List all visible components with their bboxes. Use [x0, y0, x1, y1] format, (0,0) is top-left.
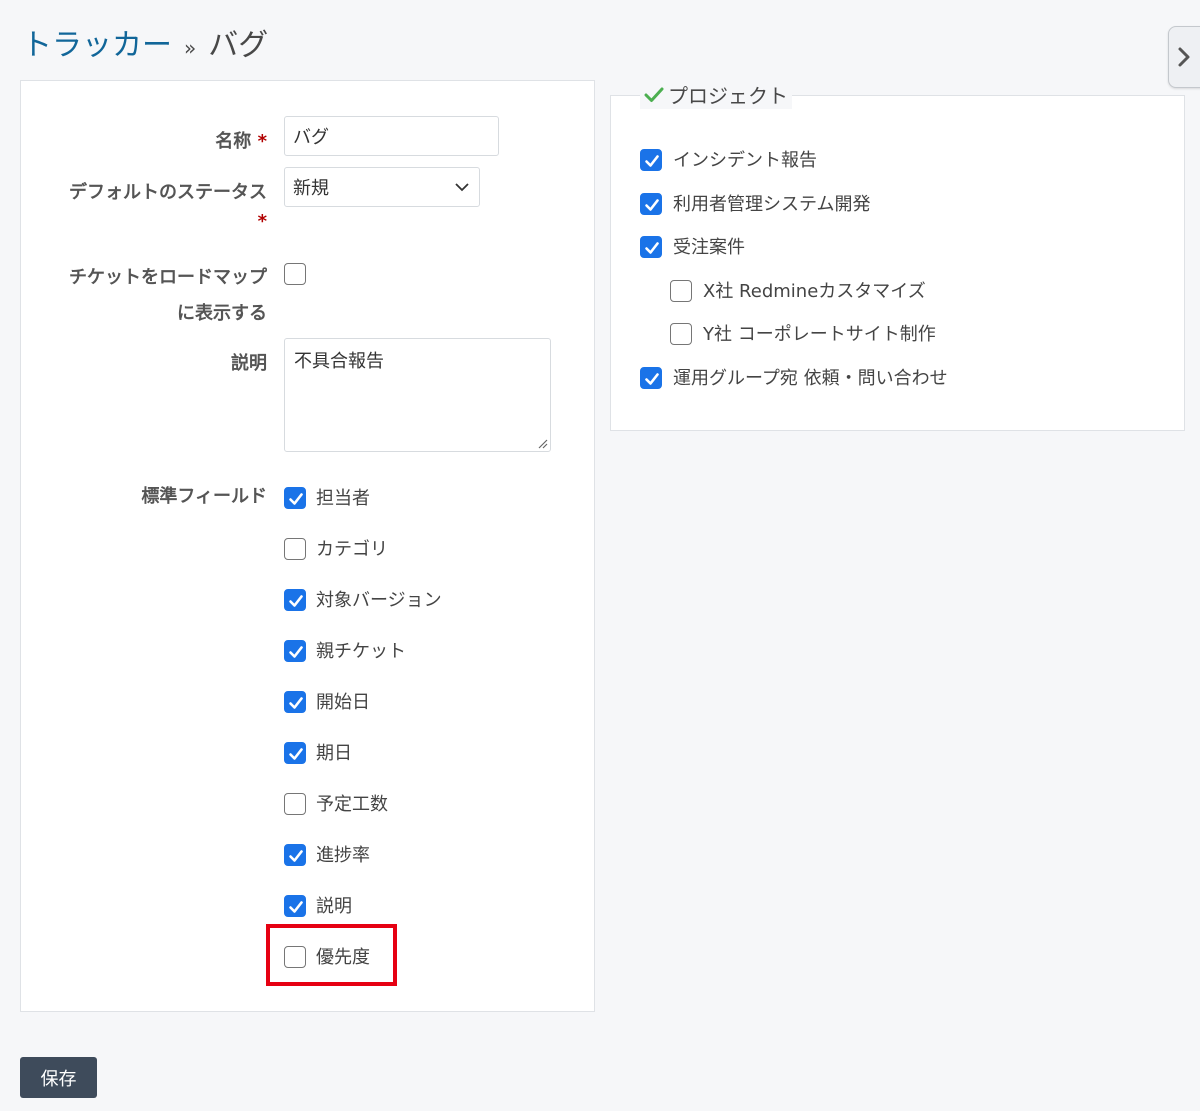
checkmark-icon [645, 199, 659, 211]
save-button[interactable]: 保存 [20, 1057, 97, 1098]
standard-field-checkbox-assignee[interactable] [284, 487, 306, 509]
projects-fieldset: インシデント報告 利用者管理システム開発 受注案件 X社 Redmineカスタマ… [610, 95, 1185, 431]
sidebar-toggle-button[interactable] [1168, 26, 1200, 88]
project-checkbox-incident-report[interactable] [640, 149, 662, 171]
checkmark-icon [289, 850, 303, 862]
standard-field-checkbox-category[interactable] [284, 538, 306, 560]
checkmark-icon [289, 748, 303, 760]
description-label: 説明 [231, 353, 267, 374]
standard-field-checkbox-due-date[interactable] [284, 742, 306, 764]
standard-field-label: 期日 [316, 743, 352, 764]
checkmark-icon [289, 595, 303, 607]
page-title: トラッカー » バグ [22, 20, 268, 64]
projects-legend[interactable]: プロジェクト [640, 80, 792, 109]
project-label: 受注案件 [673, 237, 745, 258]
breadcrumb-trackers-link[interactable]: トラッカー [22, 20, 172, 64]
standard-field-checkbox-parent-issue[interactable] [284, 640, 306, 662]
project-checkbox-user-management[interactable] [640, 193, 662, 215]
standard-fields-label: 標準フィールド [141, 486, 267, 507]
name-label: 名称 * [215, 131, 267, 152]
checkmark-icon [645, 373, 659, 385]
checkmark-icon [289, 901, 303, 913]
roadmap-label-line1: チケットをロードマップ [69, 267, 267, 288]
standard-field-checkbox-target-version[interactable] [284, 589, 306, 611]
priority-highlight-box [266, 924, 397, 986]
standard-field-checkbox-description[interactable] [284, 895, 306, 917]
project-checkbox-y-corporate[interactable] [670, 323, 692, 345]
resize-grip-icon[interactable] [536, 437, 548, 449]
standard-field-label: 進捗率 [316, 845, 370, 866]
name-input[interactable]: バグ [284, 116, 499, 156]
project-label: X社 Redmineカスタマイズ [703, 281, 926, 302]
checkmark-icon [644, 87, 664, 102]
projects-legend-text: プロジェクト [668, 84, 788, 108]
chevron-down-icon [455, 183, 469, 192]
project-label: 運用グループ宛 依頼・問い合わせ [673, 368, 948, 389]
description-textarea[interactable]: 不具合報告 [284, 338, 551, 452]
name-input-value: バグ [293, 127, 329, 148]
standard-field-checkbox-done-ratio[interactable] [284, 844, 306, 866]
standard-field-label: 予定工数 [316, 794, 388, 815]
standard-field-label: 担当者 [316, 488, 370, 509]
default-status-value: 新規 [293, 178, 329, 199]
project-label: 利用者管理システム開発 [673, 194, 871, 215]
default-status-label: デフォルトのステータス [69, 182, 267, 203]
standard-field-label: 親チケット [316, 641, 406, 662]
project-label: Y社 コーポレートサイト制作 [703, 324, 936, 345]
checkmark-icon [289, 493, 303, 505]
standard-field-label: 開始日 [316, 692, 370, 713]
tracker-form-box: 名称 * バグ デフォルトのステータス * 新規 チケットをロードマップ に表示… [20, 80, 595, 1012]
standard-field-checkbox-start-date[interactable] [284, 691, 306, 713]
checkmark-icon [645, 155, 659, 167]
description-value: 不具合報告 [294, 351, 384, 372]
checkmark-icon [289, 697, 303, 709]
project-label: インシデント報告 [673, 150, 817, 171]
breadcrumb-current: バグ [208, 28, 269, 63]
standard-field-label: カテゴリ [316, 539, 388, 560]
roadmap-label-line2: に表示する [177, 303, 267, 324]
project-checkbox-orders[interactable] [640, 236, 662, 258]
project-checkbox-x-redmine[interactable] [670, 280, 692, 302]
checkmark-icon [289, 646, 303, 658]
roadmap-checkbox[interactable] [284, 263, 306, 285]
project-checkbox-ops-group[interactable] [640, 367, 662, 389]
standard-field-label: 説明 [316, 896, 352, 917]
breadcrumb-separator: » [184, 36, 197, 60]
checkmark-icon [645, 242, 659, 254]
standard-field-label: 対象バージョン [316, 590, 442, 611]
standard-field-checkbox-estimated-hours[interactable] [284, 793, 306, 815]
default-status-select[interactable]: 新規 [284, 167, 480, 207]
default-status-required-mark: * [257, 211, 267, 232]
chevron-right-icon [1178, 47, 1190, 67]
